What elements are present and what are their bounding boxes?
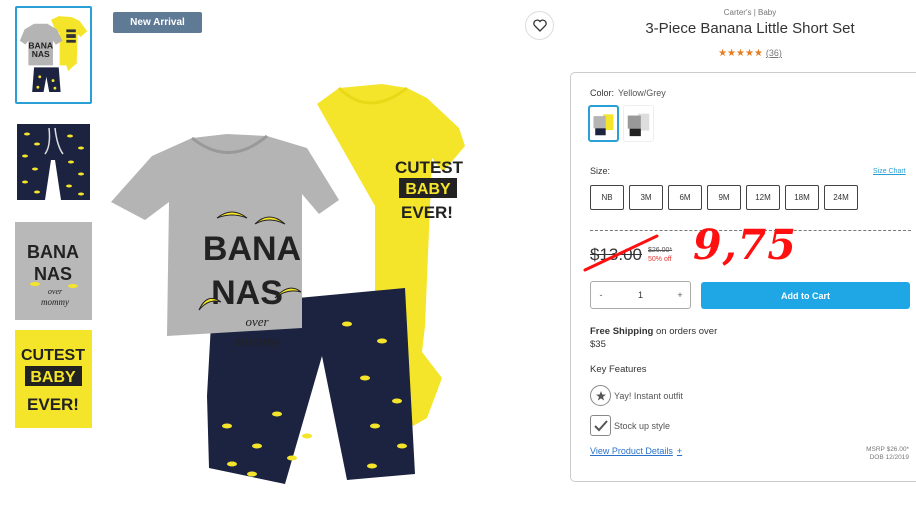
thumb-print-over: over <box>48 287 63 296</box>
size-button-nb[interactable]: NB <box>590 185 624 210</box>
thumbnail-bodysuit-print[interactable]: CUTEST BABY EVER! <box>15 330 92 428</box>
view-product-details-link[interactable]: View Product Details + <box>590 446 682 456</box>
bodysuit-print-baby: BABY <box>405 181 451 198</box>
thumb-print-text-2: NAS <box>32 49 50 59</box>
size-button-9m[interactable]: 9M <box>707 185 741 210</box>
details-link-text: View Product Details <box>590 446 673 456</box>
thumb-print-mommy: mommy <box>41 297 69 307</box>
checkmark-icon <box>590 415 611 436</box>
purchase-panel: Color: Yellow/Grey Size: Size Chart NB 3M… <box>570 72 916 482</box>
msrp-note-line1: MSRP $26.00* <box>866 446 909 453</box>
key-features-title: Key Features <box>590 364 647 375</box>
product-page: BANA NAS BANA NAS over mommy CUTEST BABY… <box>0 0 916 515</box>
size-options: NB 3M 6M 9M 12M 18M 24M <box>590 185 858 210</box>
thumb-print-nas: NAS <box>34 264 72 284</box>
handwritten-new-price: 9,75 <box>693 221 797 269</box>
size-button-18m[interactable]: 18M <box>785 185 819 210</box>
color-label: Color: <box>590 88 615 98</box>
size-button-12m[interactable]: 12M <box>746 185 780 210</box>
thumb-print-cutest: CUTEST <box>21 347 85 364</box>
thumbnail-list: BANA NAS BANA NAS over mommy CUTEST BABY… <box>15 6 95 438</box>
star-rating-icon: ★★★★★ <box>718 48 763 59</box>
size-button-6m[interactable]: 6M <box>668 185 702 210</box>
feature-instant-outfit: Yay! Instant outfit <box>590 385 683 406</box>
plus-icon: + <box>676 446 683 456</box>
feature-label: Yay! Instant outfit <box>614 390 683 401</box>
feature-stock-up: Stock up style <box>590 415 670 436</box>
size-button-3m[interactable]: 3M <box>629 185 663 210</box>
tee-print-nas: NAS <box>211 274 283 312</box>
new-arrival-badge: New Arrival <box>113 12 202 33</box>
shipping-info: Free Shipping on orders over $35 <box>590 325 717 351</box>
brand-label: Carter's | Baby <box>723 8 777 17</box>
add-to-cart-button[interactable]: Add to Cart <box>701 282 910 309</box>
quantity-stepper: - 1 + <box>590 281 691 309</box>
product-title: 3-Piece Banana Little Short Set <box>645 20 855 37</box>
feature-label: Stock up style <box>614 420 671 431</box>
thumb-print-ever: EVER! <box>27 395 79 414</box>
size-button-24m[interactable]: 24M <box>824 185 858 210</box>
favorite-button[interactable] <box>525 11 554 40</box>
thumb-print-bana: BANA <box>27 242 79 262</box>
bodysuit-print-ever: EVER! <box>401 203 453 222</box>
swatch-grey-black[interactable] <box>623 105 654 142</box>
quantity-decrement-button[interactable]: - <box>591 290 611 300</box>
quantity-input[interactable]: 1 <box>611 290 670 300</box>
msrp-note-line2: DOB 12/2019 <box>869 454 909 461</box>
bodysuit-print-cutest: CUTEST <box>395 158 464 177</box>
shipping-threshold: $35 <box>590 339 606 350</box>
tee-print-bana: BANA <box>203 230 301 268</box>
thumbnail-outfit-set[interactable]: BANA NAS <box>15 6 92 104</box>
shipping-text: on orders over <box>655 326 718 337</box>
thumbnail-shorts[interactable] <box>15 114 92 212</box>
size-label: Size: <box>590 166 611 176</box>
thumb-print-baby: BABY <box>30 369 76 386</box>
red-strike-mark <box>583 234 659 272</box>
tee-print-over: over <box>245 314 269 329</box>
thumbnail-shirt-print[interactable]: BANA NAS over mommy <box>15 222 92 320</box>
free-shipping-label: Free Shipping <box>590 326 654 337</box>
review-count-link[interactable]: (36) <box>766 48 782 58</box>
color-value: Yellow/Grey <box>618 88 666 98</box>
msrp-note: MSRP $26.00* DOB 12/2019 <box>866 446 909 462</box>
star-badge-icon <box>590 385 611 406</box>
main-product-image[interactable]: CUTEST BABY EVER! BANA NAS over mommy <box>107 6 557 515</box>
heart-icon <box>532 19 547 32</box>
swatch-yellow-grey[interactable] <box>588 105 619 142</box>
size-chart-link[interactable]: Size Chart <box>873 168 906 175</box>
tee-print-mommy: mommy <box>234 334 281 350</box>
rating: ★★★★★ (36) <box>570 48 916 59</box>
quantity-increment-button[interactable]: + <box>670 290 690 300</box>
color-row: Color: Yellow/Grey <box>590 88 666 98</box>
